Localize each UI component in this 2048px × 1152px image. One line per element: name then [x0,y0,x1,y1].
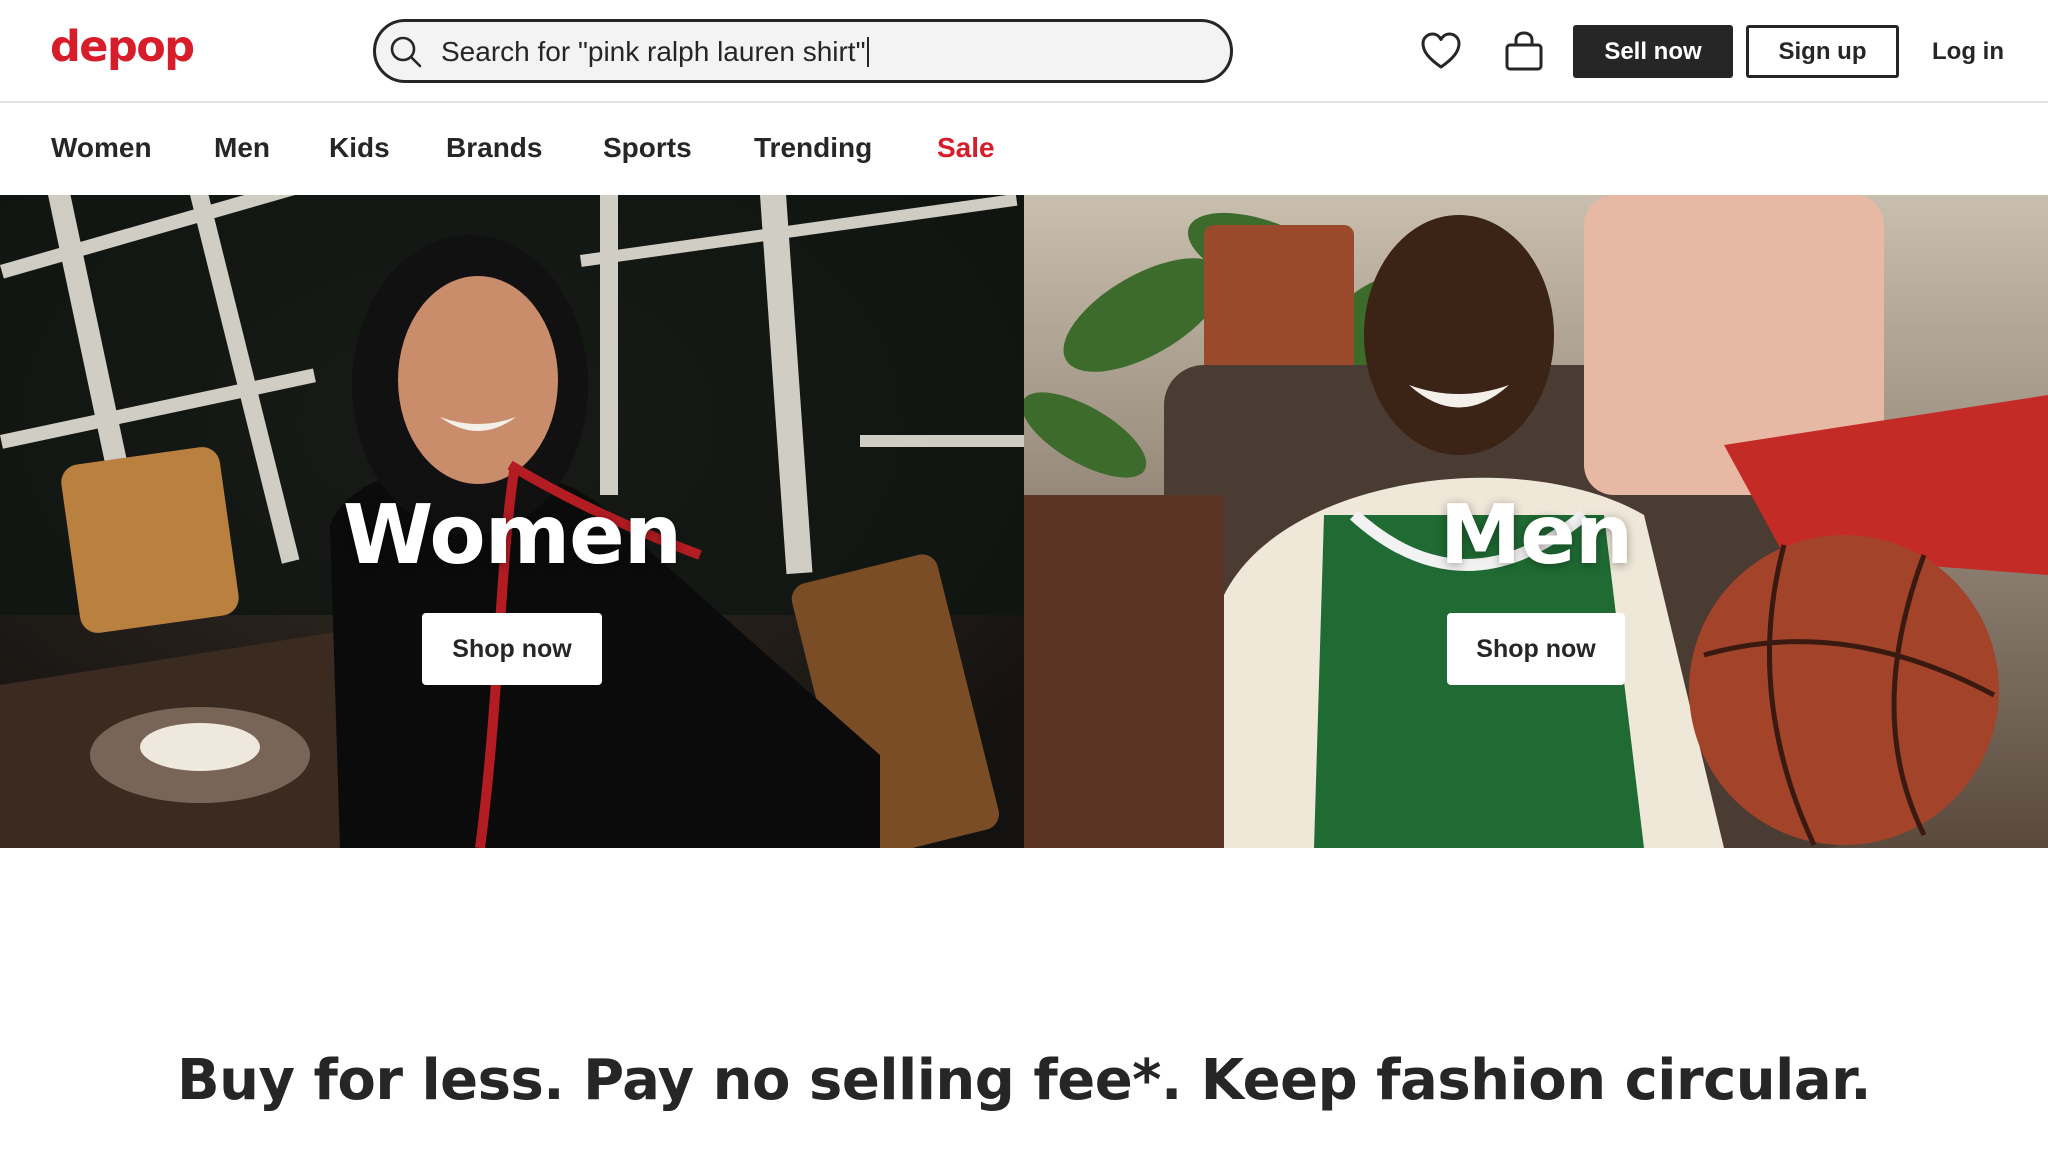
nav-item-sports[interactable]: Sports [603,131,692,165]
search-icon[interactable] [388,34,424,70]
site-header: depop Search for "pink ralph lauren shir… [0,0,2048,103]
log-in-link[interactable]: Log in [1908,25,2028,78]
tagline-heading: Buy for less. Pay no selling fee*. Keep … [176,1048,1872,1113]
nav-item-men[interactable]: Men [214,131,270,165]
text-caret [866,37,869,67]
search-input[interactable]: Search for "pink ralph lauren shirt" [441,37,869,67]
depop-logo[interactable]: depop [50,26,195,69]
hero-section: Women Shop now Men Shop now [0,195,2048,848]
nav-item-kids[interactable]: Kids [329,131,390,165]
hero-panel-women[interactable]: Women Shop now [0,195,1024,848]
search-input-value: Search for "pink ralph lauren shirt" [441,36,866,67]
nav-item-trending[interactable]: Trending [754,131,872,165]
hero-panel-men[interactable]: Men Shop now [1024,195,2048,848]
hero-title-men: Men [1439,488,1634,583]
nav-item-women[interactable]: Women [51,131,152,165]
hero-title-women: Women [342,488,682,583]
nav-item-sale[interactable]: Sale [937,131,995,165]
category-nav: Women Men Kids Brands Sports Trending Sa… [0,103,2048,195]
shopping-bag-icon[interactable] [1501,28,1547,74]
nav-item-brands[interactable]: Brands [446,131,542,165]
sell-now-button[interactable]: Sell now [1573,25,1733,78]
shop-now-men-button[interactable]: Shop now [1447,613,1625,685]
sign-up-button[interactable]: Sign up [1746,25,1899,78]
search-bar[interactable]: Search for "pink ralph lauren shirt" [373,19,1233,83]
heart-icon[interactable] [1418,28,1464,74]
shop-now-women-button[interactable]: Shop now [422,613,602,685]
